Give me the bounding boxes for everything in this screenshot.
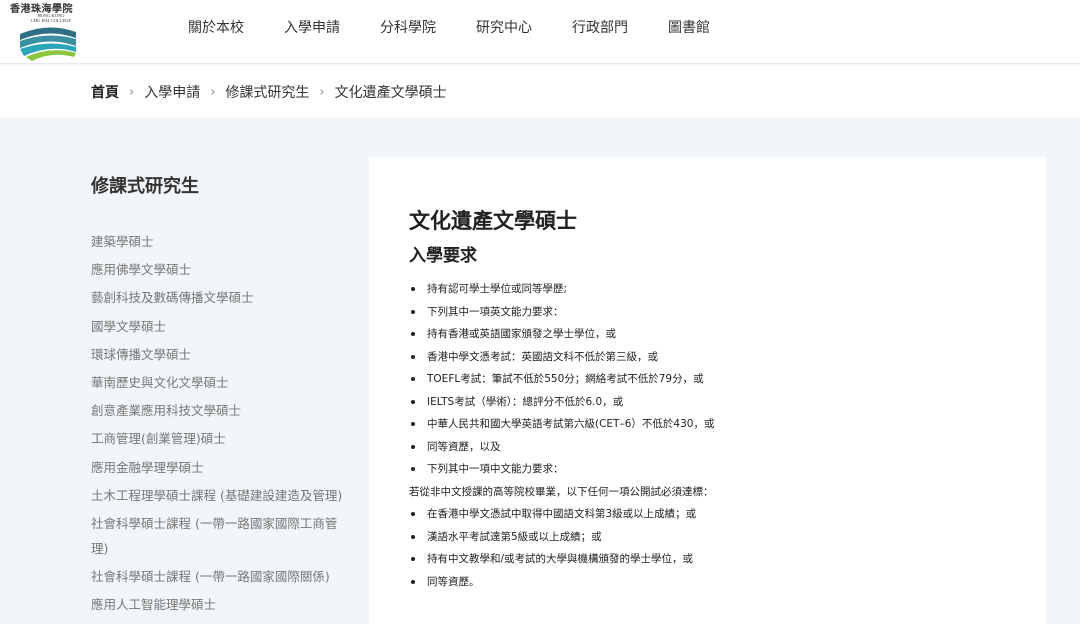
sidebar-item[interactable]: 社會科學碩士課程 (一帶一路國家國際關係) bbox=[91, 564, 353, 589]
list-item: TOEFL考試：筆試不低於550分；網絡考試不低於79分，或 bbox=[409, 368, 1009, 391]
sidebar-item[interactable]: 應用金融學理學碩士 bbox=[91, 455, 353, 480]
sidebar-item[interactable]: 環球傳播文學碩士 bbox=[91, 342, 353, 367]
list-item: 持有認可學士學位或同等學歷; bbox=[409, 278, 1009, 301]
breadcrumb-bar: 首頁 › 入學申請 › 修課式研究生 › 文化遺產文學碩士 bbox=[0, 65, 1080, 117]
nav-item-about[interactable]: 關於本校 bbox=[188, 18, 244, 38]
nav-item-library[interactable]: 圖書館 bbox=[668, 18, 710, 38]
sidebar: 修課式研究生 建築學碩士 應用佛學文學碩士 藝創科技及數碼傳播文學碩士 國學文學… bbox=[91, 172, 353, 620]
chevron-right-icon: › bbox=[129, 84, 135, 100]
sidebar-item[interactable]: 社會科學碩士課程 (一帶一路國家國際工商管理) bbox=[91, 511, 353, 561]
breadcrumb-home[interactable]: 首頁 bbox=[91, 82, 119, 102]
sidebar-item[interactable]: 國學文學碩士 bbox=[91, 314, 353, 339]
list-item: 漢語水平考試達第5級或以上成績；或 bbox=[409, 526, 1009, 549]
list-item: 同等資歷，以及 bbox=[409, 436, 1009, 459]
nav-item-research[interactable]: 研究中心 bbox=[476, 18, 532, 38]
list-item: 持有中文教學和/或考試的大學與機構頒發的學士學位，或 bbox=[409, 548, 1009, 571]
chevron-right-icon: › bbox=[210, 84, 216, 100]
list-item: 中華人民共和國大學英語考試第六級(CET–6）不低於430，或 bbox=[409, 413, 1009, 436]
sidebar-item[interactable]: 華南歷史與文化文學碩士 bbox=[91, 370, 353, 395]
page-title: 文化遺產文學碩士 bbox=[409, 209, 577, 233]
logo-wave-icon bbox=[20, 27, 76, 61]
breadcrumb-item-taught-postgraduate[interactable]: 修課式研究生 bbox=[225, 82, 309, 102]
chinese-requirements-list: 在香港中學文憑試中取得中國語文科第3級或以上成績；或 漢語水平考試達第5級或以上… bbox=[409, 503, 1009, 593]
nav-item-administration[interactable]: 行政部門 bbox=[572, 18, 628, 38]
logo-english-name-line2: CHU HAI COLLEGE bbox=[30, 18, 72, 23]
list-item: IELTS考試（學術）：總評分不低於6.0，或 bbox=[409, 391, 1009, 414]
sidebar-item[interactable]: 創意產業應用科技文學碩士 bbox=[91, 398, 353, 423]
college-logo[interactable]: 香港珠海學院 HONG KONG CHU HAI COLLEGE bbox=[8, 0, 96, 62]
chevron-right-icon: › bbox=[319, 84, 325, 100]
requirements-note: 若從非中文授課的高等院校畢業，以下任何一項公開試必須達標： bbox=[409, 485, 714, 498]
list-item: 持有香港或英語國家頒發之學士學位，或 bbox=[409, 323, 1009, 346]
site-header: 香港珠海學院 HONG KONG CHU HAI COLLEGE 關於本校 入學… bbox=[0, 0, 1080, 64]
sidebar-title: 修課式研究生 bbox=[91, 176, 199, 197]
sidebar-item[interactable]: 應用佛學文學碩士 bbox=[91, 257, 353, 282]
sidebar-item[interactable]: 工商管理(創業管理)碩士 bbox=[91, 426, 353, 451]
nav-item-faculties[interactable]: 分科學院 bbox=[380, 18, 436, 38]
list-item: 香港中學文憑考試：英國語文科不低於第三級，或 bbox=[409, 346, 1009, 369]
sidebar-item[interactable]: 建築學碩士 bbox=[91, 229, 353, 254]
sidebar-item[interactable]: 藝創科技及數碼傳播文學碩士 bbox=[91, 285, 353, 310]
sidebar-list: 建築學碩士 應用佛學文學碩士 藝創科技及數碼傳播文學碩士 國學文學碩士 環球傳播… bbox=[91, 229, 353, 617]
sidebar-item[interactable]: 土木工程理學碩士課程 (基礎建設建造及管理) bbox=[91, 483, 353, 508]
requirements-content: 持有認可學士學位或同等學歷; 下列其中一項英文能力要求： 持有香港或英語國家頒發… bbox=[409, 278, 1009, 593]
list-item: 同等資歷。 bbox=[409, 571, 1009, 594]
section-title: 入學要求 bbox=[409, 246, 477, 266]
breadcrumb-item-current: 文化遺產文學碩士 bbox=[334, 85, 447, 101]
nav-item-admission[interactable]: 入學申請 bbox=[284, 18, 340, 38]
list-item: 在香港中學文憑試中取得中國語文科第3級或以上成績；或 bbox=[409, 503, 1009, 526]
content-card: 文化遺產文學碩士 入學要求 持有認可學士學位或同等學歷; 下列其中一項英文能力要… bbox=[369, 157, 1046, 624]
list-item: 下列其中一項中文能力要求： bbox=[409, 458, 1009, 481]
requirements-list: 持有認可學士學位或同等學歷; 下列其中一項英文能力要求： 持有香港或英語國家頒發… bbox=[409, 278, 1009, 481]
breadcrumb: 首頁 › 入學申請 › 修課式研究生 › 文化遺產文學碩士 bbox=[91, 82, 447, 102]
list-item: 下列其中一項英文能力要求： bbox=[409, 301, 1009, 324]
sidebar-item[interactable]: 應用人工智能理學碩士 bbox=[91, 592, 353, 617]
breadcrumb-item-admission[interactable]: 入學申請 bbox=[144, 82, 200, 102]
main-nav: 關於本校 入學申請 分科學院 研究中心 行政部門 圖書館 bbox=[188, 18, 750, 38]
